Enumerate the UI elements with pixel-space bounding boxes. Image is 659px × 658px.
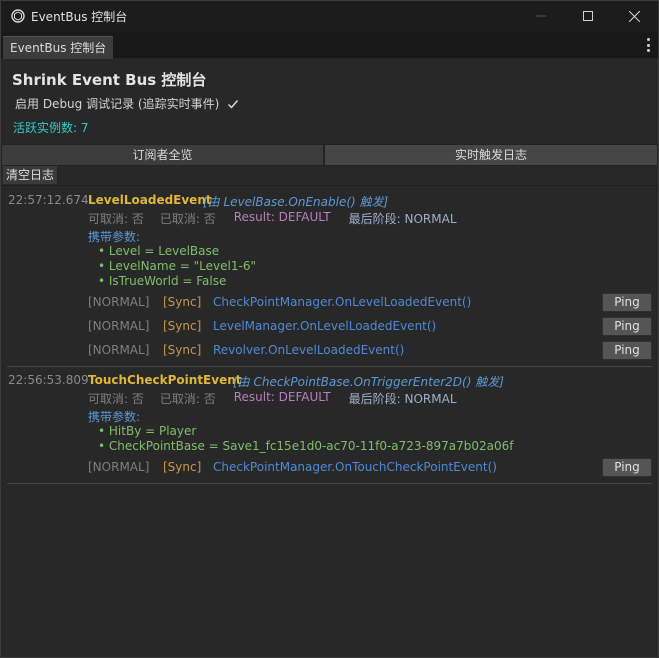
entry-timestamp: 22:57:12.674	[8, 193, 89, 207]
ping-button[interactable]: Ping	[602, 458, 652, 477]
log-list[interactable]: 22:57:12.674 LevelLoadedEvent [由 LevelBa…	[1, 186, 658, 657]
cancelable-status: 可取消: 否	[88, 212, 144, 226]
subscriber-row: [NORMAL] [Sync] CheckPointManager.OnTouc…	[88, 458, 652, 478]
trigger-source: [由 CheckPointBase.OnTriggerEnter2D() 触发]	[233, 375, 504, 389]
event-name: LevelLoadedEvent	[88, 193, 212, 207]
maximize-icon	[582, 11, 593, 21]
param-item: • CheckPointBase = Save1_fc15e1d0-ac70-1…	[98, 439, 514, 453]
event-name: TouchCheckPointEvent	[88, 373, 242, 387]
tab-eventbus-console[interactable]: EventBus 控制台	[3, 36, 114, 59]
ping-button[interactable]: Ping	[602, 293, 652, 312]
debug-toggle[interactable]: 启用 Debug 调试记录 (追踪实时事件)	[15, 95, 239, 112]
param-item: • Level = LevelBase	[98, 244, 220, 258]
result-status: Result: DEFAULT	[233, 210, 331, 224]
page-title: Shrink Event Bus 控制台	[12, 71, 207, 89]
subscriber-method[interactable]: LevelManager.OnLevelLoadedEvent()	[213, 319, 436, 333]
subscriber-mode: [Sync]	[163, 343, 202, 357]
subscriber-phase: [NORMAL]	[88, 343, 150, 357]
close-icon	[629, 10, 640, 22]
subscriber-method[interactable]: Revolver.OnLevelLoadedEvent()	[213, 343, 404, 357]
canceled-status: 已取消: 否	[159, 392, 216, 406]
subscriber-row: [NORMAL] [Sync] LevelManager.OnLevelLoad…	[88, 317, 652, 337]
params-label: 携带参数:	[88, 410, 141, 424]
subscriber-row: [NORMAL] [Sync] CheckPointManager.OnLeve…	[88, 293, 652, 313]
subscriber-method[interactable]: CheckPointManager.OnLevelLoadedEvent()	[213, 295, 471, 309]
param-item: • IsTrueWorld = False	[98, 274, 227, 288]
entry-divider	[7, 483, 652, 484]
clear-log-button[interactable]: 清空日志	[3, 166, 59, 184]
tab-realtime-log[interactable]: 实时触发日志	[324, 144, 658, 166]
view-tabs: 订阅者全览 实时触发日志	[1, 144, 658, 166]
param-item: • LevelName = "Level1-6"	[98, 259, 256, 273]
subscriber-mode: [Sync]	[163, 295, 202, 309]
ping-button[interactable]: Ping	[602, 341, 652, 360]
window-title: EventBus 控制台	[31, 9, 128, 24]
console-header: Shrink Event Bus 控制台 启用 Debug 调试记录 (追踪实时…	[1, 59, 658, 143]
params-label: 携带参数:	[88, 230, 141, 244]
editor-window: EventBus 控制台 EventBus 控制台 Shrink Event B…	[0, 0, 659, 658]
subscriber-row: [NORMAL] [Sync] Revolver.OnLevelLoadedEv…	[88, 341, 652, 361]
subscriber-phase: [NORMAL]	[88, 295, 150, 309]
result-status: Result: DEFAULT	[233, 390, 331, 404]
subscriber-phase: [NORMAL]	[88, 319, 150, 333]
unity-logo-icon	[11, 9, 25, 23]
event-meta: 可取消: 否 已取消: 否 Result: DEFAULT 最后阶段: NORM…	[88, 390, 457, 407]
log-toolbar: 清空日志	[1, 166, 658, 186]
subscriber-mode: [Sync]	[163, 319, 202, 333]
last-phase-status: 最后阶段: NORMAL	[348, 392, 457, 406]
checkmark-icon[interactable]	[227, 98, 239, 110]
debug-toggle-label: 启用 Debug 调试记录 (追踪实时事件)	[15, 97, 220, 111]
param-item: • HitBy = Player	[98, 424, 197, 438]
trigger-source: [由 LevelBase.OnEnable() 触发]	[203, 195, 389, 209]
minimize-icon	[535, 15, 546, 17]
active-instances-count: 活跃实例数: 7	[13, 121, 89, 135]
title-bar[interactable]: EventBus 控制台	[1, 1, 658, 31]
tab-subscribers[interactable]: 订阅者全览	[1, 144, 325, 166]
maximize-button[interactable]	[564, 1, 611, 31]
subscriber-mode: [Sync]	[163, 460, 202, 474]
subscriber-method[interactable]: CheckPointManager.OnTouchCheckPointEvent…	[213, 460, 497, 474]
canceled-status: 已取消: 否	[159, 212, 216, 226]
entry-divider	[7, 366, 652, 367]
ping-button[interactable]: Ping	[602, 317, 652, 336]
entry-timestamp: 22:56:53.809	[8, 373, 89, 387]
subscriber-phase: [NORMAL]	[88, 460, 150, 474]
event-meta: 可取消: 否 已取消: 否 Result: DEFAULT 最后阶段: NORM…	[88, 210, 457, 227]
minimize-button[interactable]	[517, 1, 564, 31]
editor-tab-bar: EventBus 控制台	[1, 31, 658, 59]
last-phase-status: 最后阶段: NORMAL	[348, 212, 457, 226]
cancelable-status: 可取消: 否	[88, 392, 144, 406]
more-options-icon[interactable]	[646, 38, 650, 52]
close-button[interactable]	[611, 1, 658, 31]
